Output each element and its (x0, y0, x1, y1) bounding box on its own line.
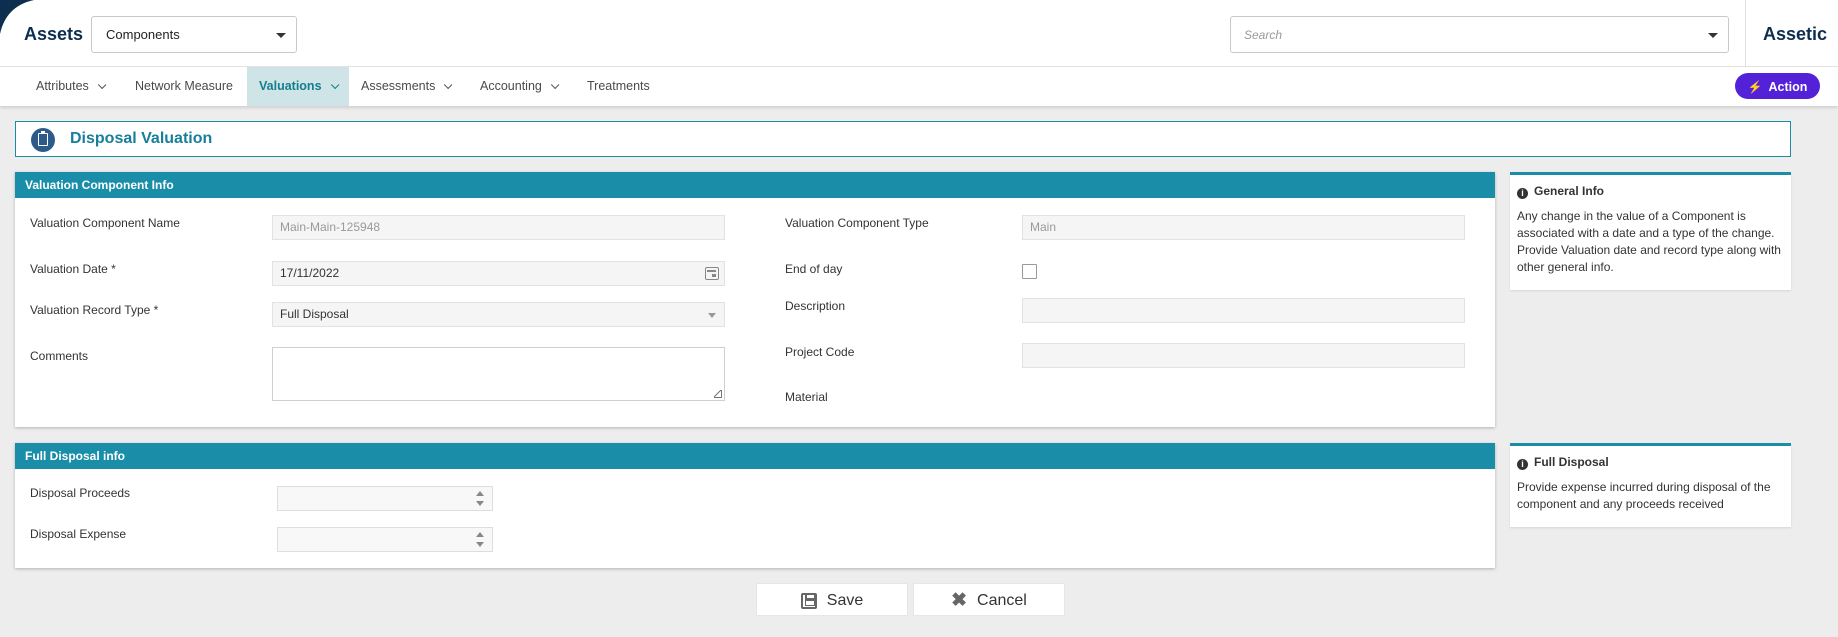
search-box[interactable] (1230, 16, 1729, 53)
tab-attributes[interactable]: Attributes (24, 67, 115, 106)
top-bar: Assets Components Assetic (0, 0, 1838, 67)
description-label: Description (785, 299, 846, 313)
record-type-value: Full Disposal (280, 307, 349, 321)
cancel-button[interactable]: ✖ Cancel (914, 584, 1064, 615)
floppy-disk-icon (800, 592, 817, 609)
record-type-label: Valuation Record Type * (30, 303, 159, 317)
tab-accounting[interactable]: Accounting (468, 67, 568, 106)
valuation-component-info-panel: Valuation Component Info Valuation Compo… (15, 172, 1495, 427)
card-title-text: General Info (1534, 184, 1605, 198)
comments-textarea[interactable] (272, 347, 725, 401)
disposal-proceeds-label: Disposal Proceeds (30, 486, 131, 500)
cancel-label: Cancel (977, 592, 1027, 609)
calendar-icon[interactable] (705, 267, 719, 280)
spin-down-icon[interactable] (476, 501, 484, 506)
disposal-expense-label: Disposal Expense (30, 527, 127, 541)
brand-logo: Assetic (1763, 24, 1828, 44)
disposal-proceeds-input[interactable] (277, 486, 493, 511)
nav-bar: Attributes Network Measure Valuations As… (0, 67, 1838, 106)
page-title-bar: Disposal Valuation (15, 121, 1791, 157)
save-button[interactable]: Save (757, 584, 907, 615)
material-label: Material (785, 390, 828, 404)
app-title: Assets (24, 24, 84, 44)
full-disposal-card: i Full Disposal Provide expense incurred … (1510, 443, 1791, 527)
chevron-down-icon (276, 33, 286, 38)
tab-label: Valuations (259, 79, 322, 93)
component-type-field: Main (1022, 215, 1465, 240)
action-button[interactable]: ⚡ Action (1735, 73, 1820, 99)
tab-label: Attributes (36, 79, 89, 93)
search-input[interactable] (1231, 17, 1671, 52)
disposal-expense-input[interactable] (277, 527, 493, 552)
info-icon: i (1517, 188, 1528, 199)
chevron-down-icon (330, 80, 339, 90)
panel-header: Full Disposal info (15, 443, 1495, 469)
comments-label: Comments (30, 349, 89, 363)
general-info-card: i General Info Any change in the value of… (1510, 172, 1791, 290)
tab-network-measure[interactable]: Network Measure (123, 67, 245, 106)
description-field[interactable] (1022, 298, 1465, 323)
chevron-down-icon (550, 80, 560, 90)
save-label: Save (826, 592, 864, 609)
full-disposal-info-panel: Full Disposal info Disposal Proceeds Dis… (15, 443, 1495, 568)
spin-up-icon[interactable] (476, 532, 484, 537)
record-type-select[interactable]: Full Disposal (272, 302, 725, 327)
project-code-label: Project Code (785, 345, 855, 359)
info-icon: i (1517, 459, 1528, 470)
full-disposal-card-title: i Full Disposal (1517, 455, 1609, 470)
component-name-label: Valuation Component Name (30, 216, 180, 230)
close-icon: ✖ (951, 590, 968, 612)
general-info-title: i General Info (1517, 184, 1604, 199)
tab-treatments[interactable]: Treatments (575, 67, 662, 106)
card-title-text: Full Disposal (1534, 455, 1609, 469)
valuation-date-field[interactable]: 17/11/2022 (272, 261, 725, 286)
spin-up-icon[interactable] (476, 491, 484, 496)
page-title: Disposal Valuation (70, 130, 213, 147)
action-label: Action (1768, 80, 1808, 94)
header-divider (1745, 0, 1746, 67)
tab-label: Assessments (361, 79, 436, 93)
valuation-date-value: 17/11/2022 (280, 266, 340, 280)
resize-handle-icon[interactable] (714, 390, 722, 398)
tab-label: Treatments (587, 79, 650, 93)
component-type-label: Valuation Component Type (785, 216, 929, 230)
tab-valuations[interactable]: Valuations (247, 67, 349, 106)
chevron-down-icon (444, 80, 453, 90)
project-code-field[interactable] (1022, 343, 1465, 368)
search-dropdown-icon[interactable] (1708, 33, 1718, 38)
component-name-field: Main-Main-125948 (272, 215, 725, 240)
end-of-day-checkbox[interactable] (1022, 264, 1037, 279)
clipboard-icon (31, 128, 55, 152)
panel-header: Valuation Component Info (15, 172, 1495, 198)
chevron-down-icon (97, 80, 107, 90)
general-info-body: Any change in the value of a Component i… (1517, 209, 1781, 274)
spin-down-icon[interactable] (476, 542, 484, 547)
chevron-down-icon (708, 313, 716, 318)
tab-assessments[interactable]: Assessments (349, 67, 461, 106)
valuation-date-label: Valuation Date * (30, 262, 116, 276)
tab-label: Accounting (480, 79, 542, 93)
module-select[interactable]: Components (91, 16, 297, 53)
tab-label: Network Measure (135, 79, 233, 93)
full-disposal-card-body: Provide expense incurred during disposal… (1517, 480, 1771, 511)
end-of-day-label: End of day (785, 262, 843, 276)
lightning-icon: ⚡ (1747, 80, 1763, 94)
module-select-value: Components (106, 27, 180, 42)
